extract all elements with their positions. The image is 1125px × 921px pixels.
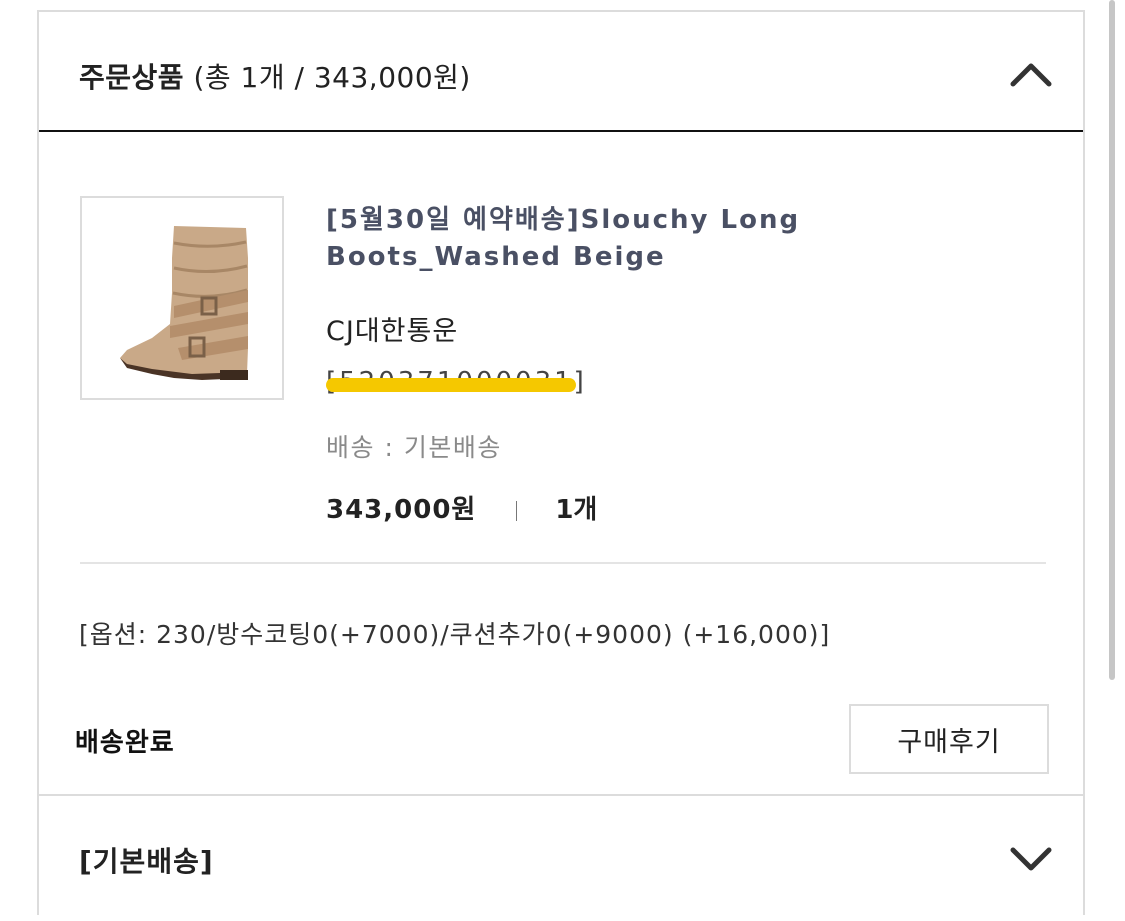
product-name-link[interactable]: [5월30일 예약배송]Slouchy Long Boots_Washed Be… bbox=[326, 202, 1036, 276]
product-quantity: 1개 bbox=[555, 495, 598, 525]
divider bbox=[80, 562, 1046, 564]
shipping-method: 배송 : 기본배송 bbox=[326, 433, 502, 462]
order-items-title: 주문상품 (총 1개 / 343,000원) bbox=[79, 56, 471, 96]
price-qty-separator bbox=[516, 500, 518, 521]
product-price: 343,000원 bbox=[326, 495, 477, 525]
order-card: 주문상품 (총 1개 / 343,000원) [5월30일 예약배송]Slouc… bbox=[37, 10, 1085, 915]
product-thumbnail[interactable] bbox=[80, 196, 284, 400]
delivery-status: 배송완료 bbox=[75, 728, 175, 758]
shipping-carrier: CJ대한통운 bbox=[326, 316, 459, 347]
product-options: [옵션: 230/방수코팅0(+7000)/쿠션추가0(+9000) (+16,… bbox=[79, 620, 831, 649]
chevron-down-icon[interactable] bbox=[1009, 844, 1053, 872]
chevron-up-icon[interactable] bbox=[1009, 60, 1053, 88]
price-row: 343,000원 1개 bbox=[326, 489, 597, 526]
order-items-summary: (총 1개 / 343,000원) bbox=[193, 61, 471, 94]
boot-image bbox=[120, 226, 248, 380]
order-items-title-label: 주문상품 bbox=[79, 61, 185, 94]
shipping-section-title: [기본배송] bbox=[79, 845, 214, 878]
scrollbar[interactable] bbox=[1109, 0, 1115, 680]
write-review-button[interactable]: 구매후기 bbox=[849, 704, 1049, 774]
tracking-number[interactable]: [520371000031] bbox=[326, 367, 584, 397]
shipping-section-header[interactable]: [기본배송] bbox=[39, 794, 1083, 921]
order-items-header[interactable]: 주문상품 (총 1개 / 343,000원) bbox=[39, 12, 1083, 132]
redaction-highlight bbox=[326, 378, 576, 392]
